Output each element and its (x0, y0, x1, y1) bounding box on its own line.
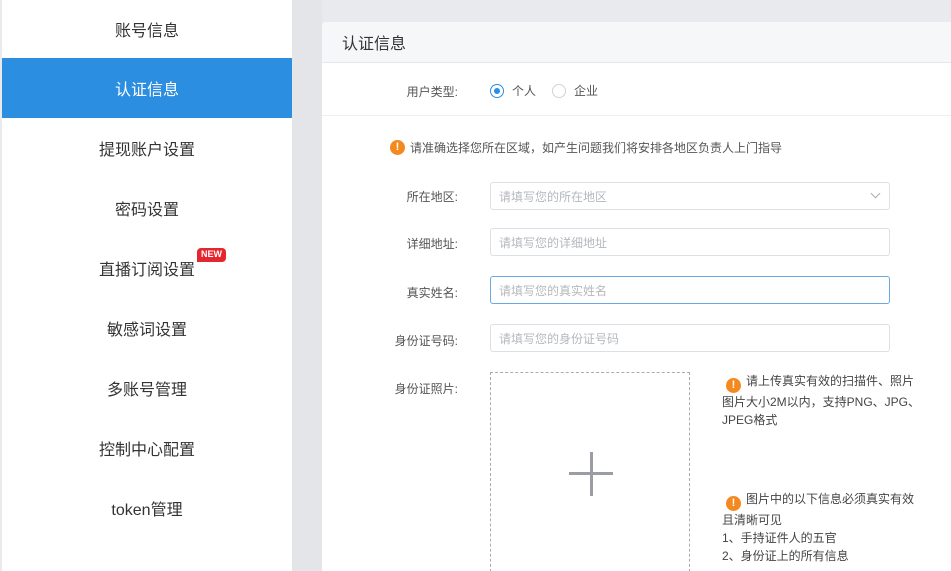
panel-header: 认证信息 (322, 22, 951, 63)
layout-gap (292, 0, 322, 571)
sidebar: 账号信息 认证信息 提现账户设置 密码设置 直播订阅设置 NEW 敏感词设置 多… (2, 0, 292, 571)
new-badge: NEW (197, 248, 226, 262)
id-number-placeholder: 请填写您的身份证号码 (499, 331, 620, 346)
sidebar-item-label: 控制中心配置 (98, 442, 195, 459)
sidebar-item-password[interactable]: 密码设置 (2, 178, 292, 238)
sidebar-item-label: 敏感词设置 (106, 322, 187, 339)
requirement-title: 图片中的以下信息必须真实有效且清晰可见 (722, 492, 915, 527)
name-placeholder: 请填写您的真实姓名 (499, 283, 608, 298)
user-type-label: 用户类型: (406, 85, 458, 99)
address-placeholder: 请填写您的详细地址 (499, 235, 608, 250)
upload-tip-text: 请上传真实有效的扫描件、照片图片大小2M以内，支持PNG、JPG、JPEG格式 (722, 374, 921, 427)
region-select[interactable]: 请填写您的所在地区 (490, 182, 890, 210)
sidebar-item-live-subscription[interactable]: 直播订阅设置 NEW (2, 238, 292, 298)
sidebar-item-label: token管理 (111, 502, 183, 519)
real-name-input[interactable]: 请填写您的真实姓名 (490, 276, 890, 304)
sidebar-item-token[interactable]: token管理 (2, 478, 292, 538)
region-notice: ! 请准确选择您所在区域，如产生问题我们将安排各地区负责人上门指导 (390, 139, 782, 156)
sidebar-item-control-center[interactable]: 控制中心配置 (2, 418, 292, 478)
address-input[interactable]: 请填写您的详细地址 (490, 228, 890, 256)
radio-label: 个人 (512, 84, 537, 98)
radio-label: 企业 (574, 84, 599, 98)
notice-text: 请准确选择您所在区域，如产生问题我们将安排各地区负责人上门指导 (410, 141, 783, 155)
id-photo-label: 身份证照片: (394, 382, 458, 396)
sidebar-item-label: 多账号管理 (106, 382, 187, 399)
sidebar-item-label: 提现账户设置 (98, 142, 195, 159)
sidebar-item-label: 认证信息 (114, 82, 179, 99)
warning-icon: ! (726, 496, 741, 511)
name-label: 真实姓名: (406, 286, 458, 300)
id-number-input[interactable]: 请填写您的身份证号码 (490, 324, 890, 352)
plus-icon-vertical (589, 452, 593, 496)
requirement-item: 2、身份证上的所有信息 (722, 549, 849, 563)
id-photo-upload[interactable] (490, 372, 690, 571)
requirement-tip: ! 图片中的以下信息必须真实有效且清晰可见 1、手持证件人的五官 2、身份证上的所… (722, 490, 922, 565)
user-type-row: 用户类型: 个人 企业 (322, 64, 951, 116)
id-number-label: 身份证号码: (394, 334, 458, 348)
region-label: 所在地区: (406, 190, 458, 204)
chevron-down-icon (870, 188, 881, 199)
address-label: 详细地址: (406, 237, 458, 251)
certification-panel: 认证信息 用户类型: 个人 企业 ! 请准确选择您所在区域，如产生问题我们将安排… (322, 22, 951, 571)
radio-unchecked-icon (552, 83, 566, 98)
radio-checked-icon (490, 83, 504, 98)
sidebar-item-certification[interactable]: 认证信息 (2, 58, 292, 118)
warning-icon: ! (390, 140, 405, 155)
sidebar-item-withdraw-account[interactable]: 提现账户设置 (2, 118, 292, 178)
sidebar-item-sensitive-words[interactable]: 敏感词设置 (2, 298, 292, 358)
radio-personal[interactable]: 个人 (490, 82, 536, 99)
sidebar-item-label: 直播订阅设置 (98, 262, 195, 279)
sidebar-item-account-info[interactable]: 账号信息 (2, 0, 292, 58)
requirement-item: 1、手持证件人的五官 (722, 531, 837, 545)
warning-icon: ! (726, 378, 741, 393)
region-placeholder: 请填写您的所在地区 (499, 189, 608, 204)
sidebar-item-multi-account[interactable]: 多账号管理 (2, 358, 292, 418)
upload-tip: ! 请上传真实有效的扫描件、照片图片大小2M以内，支持PNG、JPG、JPEG格式 (722, 372, 922, 429)
sidebar-item-label: 账号信息 (114, 23, 179, 40)
sidebar-item-label: 密码设置 (114, 202, 179, 219)
page-title: 认证信息 (342, 36, 407, 53)
radio-enterprise[interactable]: 企业 (552, 82, 598, 99)
